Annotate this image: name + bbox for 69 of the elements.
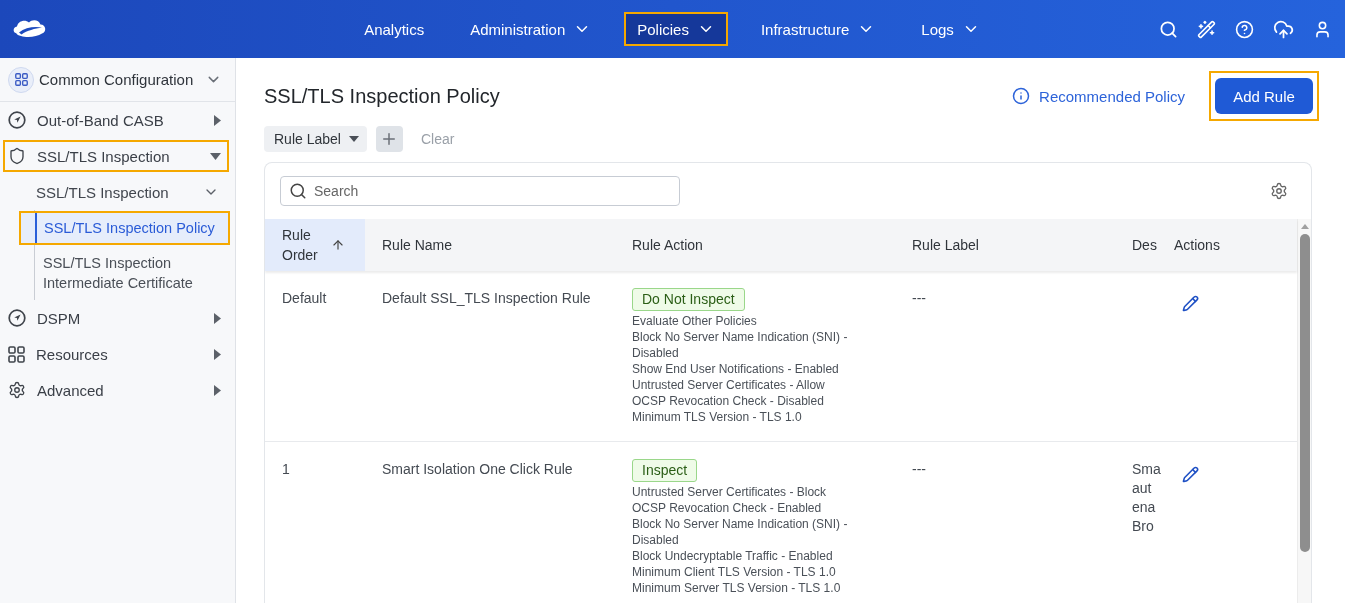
nav-menu-item[interactable]: Administration	[457, 12, 605, 46]
rule-detail-text: Untrusted Server Certificates - Allow	[632, 377, 825, 393]
table-cell-text: Sma aut ena Bro	[1131, 460, 1160, 536]
search-field[interactable]: Search	[280, 176, 680, 206]
nav-menu-item[interactable]: Analytics	[351, 12, 438, 46]
compass-icon	[8, 111, 26, 129]
sidebar-item[interactable]: SSL/TLS Inspection	[3, 140, 229, 172]
shield-icon	[8, 147, 26, 165]
scrollbar-thumb[interactable]	[1299, 234, 1310, 552]
caret-down-icon	[348, 136, 359, 142]
scrollbar[interactable]	[1297, 219, 1311, 603]
help-icon[interactable]	[1235, 19, 1254, 39]
info-icon	[1012, 87, 1031, 105]
arrow-up-icon	[331, 238, 345, 252]
nav-menu-item[interactable]: Infrastructure	[747, 12, 889, 46]
add-rule-button[interactable]: Add Rule	[1215, 78, 1313, 114]
sidebar-item[interactable]: SSL/TLS Inspection Policy	[19, 211, 230, 245]
sidebar-item[interactable]: SSL/TLS Inspection Intermediate Certificate	[35, 246, 230, 300]
settings-icon	[8, 381, 26, 399]
column-header[interactable]: Rule Label	[895, 219, 1115, 271]
search-icon	[289, 182, 307, 200]
rule-detail-text: Block No Server Name Indication (SNI) - Disabled	[632, 516, 849, 548]
rule-detail-text: Minimum Client TLS Version - TLS 1.0	[632, 564, 836, 580]
column-header[interactable]: Actions	[1160, 219, 1297, 271]
sidebar-group[interactable]: SSL/TLS Inspection	[0, 174, 235, 210]
edit-icon[interactable]	[1182, 466, 1199, 483]
edit-icon[interactable]	[1182, 295, 1199, 312]
table-cell-text: Default	[281, 289, 328, 308]
rule-detail-text: Block Undecryptable Traffic - Enabled	[632, 548, 833, 564]
cloud-upload-icon[interactable]	[1273, 18, 1294, 40]
rule-detail-text: Minimum TLS Version - TLS 1.0	[632, 409, 802, 425]
table-cell-text: 1	[281, 460, 291, 479]
user-icon[interactable]	[1313, 19, 1332, 39]
table-cell-text: ---	[911, 289, 927, 308]
sidebar-header-text: Common Configuration	[39, 71, 195, 88]
table-cell-text: Default SSL_TLS Inspection Rule	[381, 289, 592, 308]
rule-detail-text: OCSP Revocation Check - Enabled	[632, 500, 822, 516]
settings-icon[interactable]	[1270, 182, 1288, 200]
sidebar-item[interactable]: Out-of-Band CASB	[3, 104, 229, 136]
nav-menu-item[interactable]: Logs	[908, 12, 993, 46]
rule-detail-text: Untrusted Server Certificates - Block	[632, 484, 827, 500]
column-header[interactable]: Rule Name	[365, 219, 615, 271]
sidebar-item[interactable]: Advanced	[3, 374, 229, 406]
rule-detail-text: Minimum Server TLS Version - TLS 1.0	[632, 580, 841, 596]
column-header[interactable]: Rule Action	[615, 219, 895, 271]
sidebar-item[interactable]: DSPM	[3, 302, 229, 334]
nav-menu-item[interactable]: Policies	[624, 12, 728, 46]
table-cell-text: Smart Isolation One Click Rule	[381, 460, 574, 479]
rule-detail-text: OCSP Revocation Check - Disabled	[632, 393, 824, 409]
grid-icon	[8, 66, 34, 93]
rule-detail-text: Evaluate Other Policies	[632, 313, 757, 329]
action-badge: Inspect	[632, 459, 698, 482]
table-cell-text: ---	[911, 460, 927, 479]
recommended-policy-link[interactable]: Recommended Policy	[1012, 87, 1185, 105]
sidebar-item[interactable]: Resources	[3, 338, 229, 370]
magic-wand-icon[interactable]	[1197, 19, 1216, 39]
rule-detail-text: Block No Server Name Indication (SNI) - Disabled	[632, 329, 849, 361]
rule-label-filter[interactable]: Rule Label	[264, 126, 367, 152]
page-title: SSL/TLS Inspection Policy	[264, 84, 500, 108]
rule-detail-text: Show End User Notifications - Enabled	[632, 361, 839, 377]
compass-icon	[8, 309, 26, 327]
sidebar-header[interactable]: Common Configuration	[0, 58, 235, 102]
search-icon[interactable]	[1159, 19, 1178, 39]
logo-icon[interactable]	[12, 18, 47, 40]
column-header[interactable]: Des	[1115, 219, 1160, 271]
column-header[interactable]: Rule Order	[265, 219, 365, 271]
grid-icon	[8, 345, 25, 363]
action-badge: Do Not Inspect	[632, 288, 745, 311]
add-filter-button[interactable]	[375, 126, 403, 152]
